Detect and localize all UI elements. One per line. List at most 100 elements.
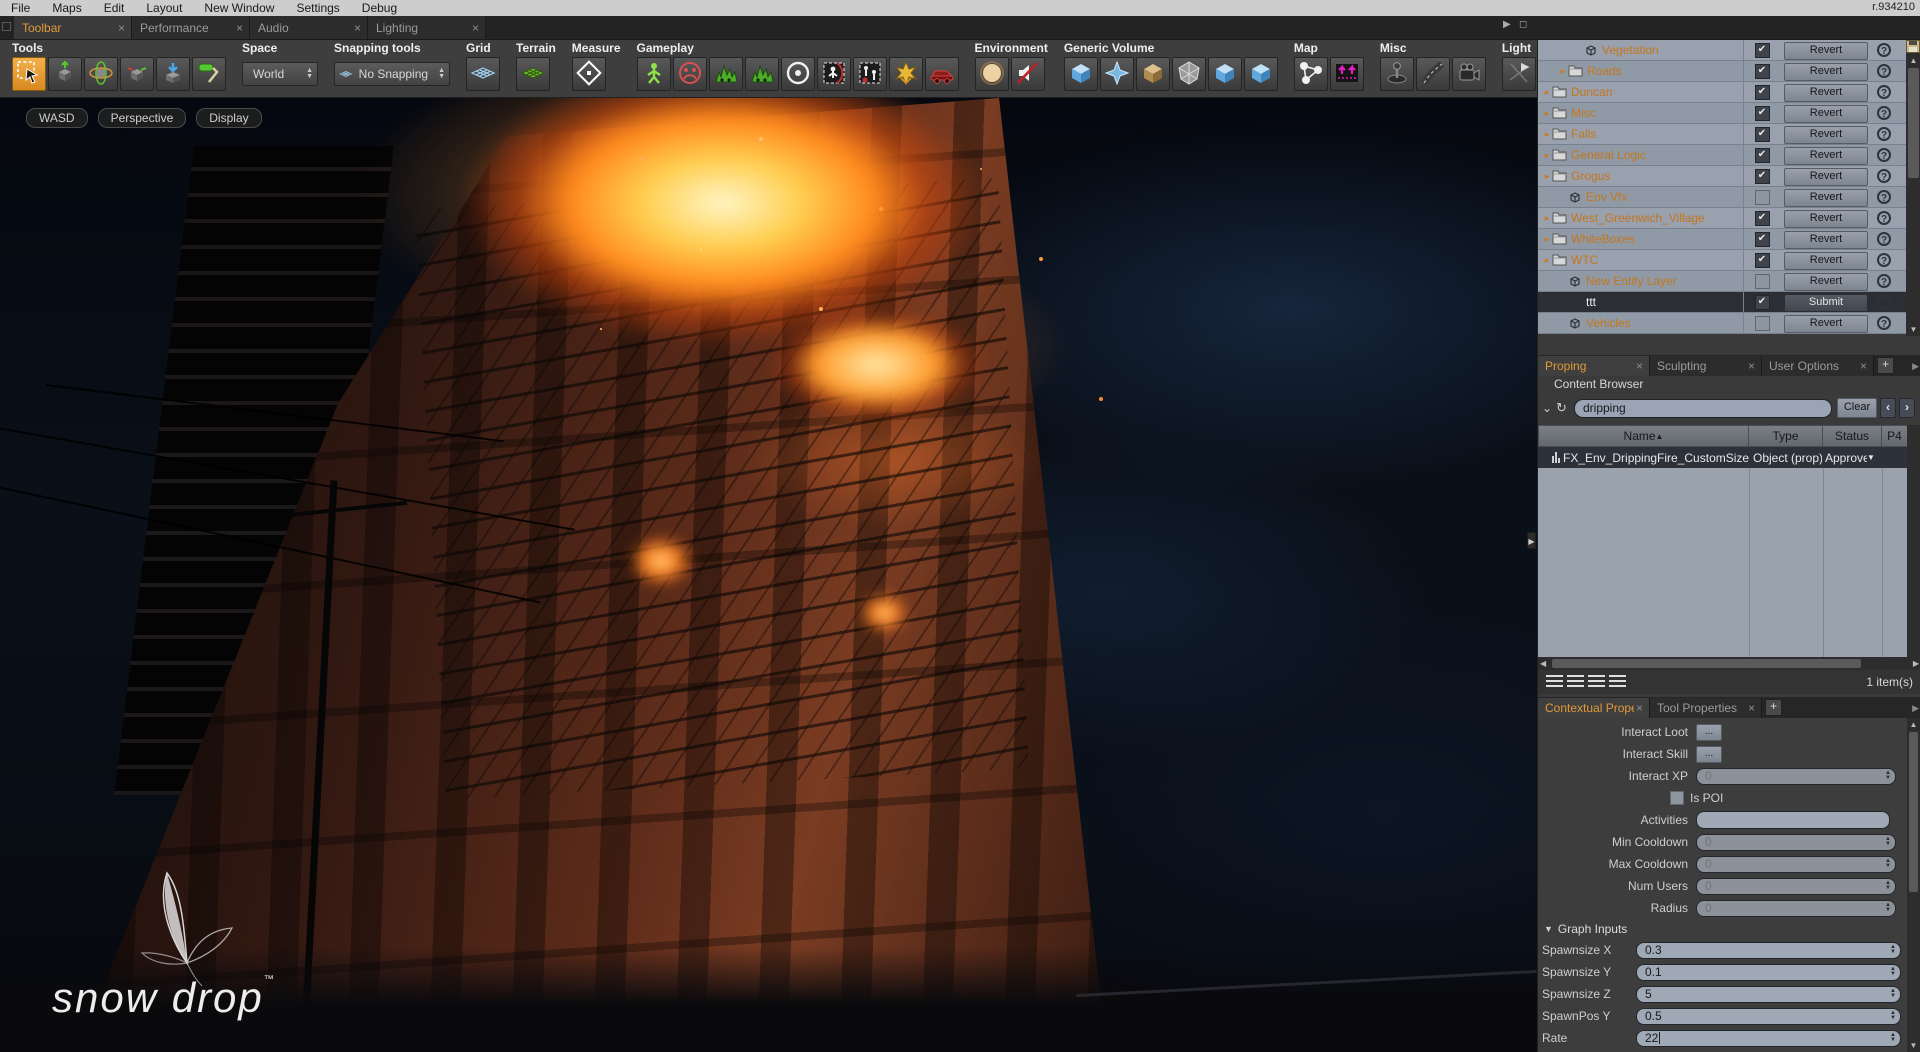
tree-expand-icon[interactable]: ▸ xyxy=(1542,87,1552,98)
activities-input[interactable] xyxy=(1696,811,1890,829)
help-icon[interactable]: ? xyxy=(1877,127,1891,141)
layer-row-general-logic[interactable]: ▸General Logic✔Revert? xyxy=(1538,145,1920,166)
column-header-name[interactable]: Name ▲ xyxy=(1538,425,1749,447)
column-header-status[interactable]: Status xyxy=(1823,425,1882,447)
close-icon[interactable]: × xyxy=(1746,701,1757,715)
layer-row-whiteboxes[interactable]: ▸WhiteBoxes✔Revert? xyxy=(1538,229,1920,250)
3d-viewport[interactable]: WASDPerspectiveDisplay snow drop™ xyxy=(0,98,1537,1052)
spinner-stepper-icon[interactable]: ▲▼ xyxy=(1886,1011,1896,1021)
close-icon[interactable]: × xyxy=(234,21,245,35)
layer-row-wtc[interactable]: ▸WTC✔Revert? xyxy=(1538,250,1920,271)
close-icon[interactable]: × xyxy=(470,21,481,35)
tab-dock-icon[interactable]: ◻ xyxy=(1519,19,1527,30)
grid-toggle-button[interactable] xyxy=(466,57,500,91)
tab-user-options[interactable]: User Options× xyxy=(1762,356,1874,376)
viewport-button-perspective[interactable]: Perspective xyxy=(98,108,187,128)
search-prev-button[interactable]: ‹ xyxy=(1880,398,1896,418)
help-icon[interactable]: ? xyxy=(1877,64,1891,78)
interact-loot-ellipsis-button[interactable]: ... xyxy=(1696,724,1722,741)
scale-tool-button[interactable] xyxy=(120,57,154,91)
tree-expand-icon[interactable]: ▸ xyxy=(1542,150,1552,161)
player-spawn-button[interactable] xyxy=(637,57,671,91)
close-icon[interactable]: × xyxy=(1634,701,1645,715)
light-orb-button[interactable] xyxy=(975,57,1009,91)
select-tool-button[interactable] xyxy=(12,57,46,91)
space-dropdown[interactable]: World▲▼ xyxy=(242,62,318,86)
revert-button[interactable]: Revert xyxy=(1784,105,1868,123)
layer-row-ttt[interactable]: ttt✔Submit? xyxy=(1538,292,1920,313)
volume-cube-3-button[interactable] xyxy=(1244,57,1278,91)
help-icon[interactable]: ? xyxy=(1877,211,1891,225)
close-icon[interactable]: × xyxy=(1858,359,1869,373)
measure-tool-button[interactable] xyxy=(572,57,606,91)
viewport-button-display[interactable]: Display xyxy=(196,108,261,128)
menu-debug[interactable]: Debug xyxy=(351,1,408,15)
rate-spinner[interactable]: 22▲▼ xyxy=(1636,1030,1901,1047)
light-blades-button[interactable] xyxy=(1502,57,1536,91)
revert-button[interactable]: Revert xyxy=(1784,231,1868,249)
toolbar-overflow-icon[interactable]: ▶ xyxy=(1521,60,1529,73)
revert-button[interactable]: Revert xyxy=(1784,147,1868,165)
tab-proping[interactable]: Proping× xyxy=(1538,356,1650,376)
layer-visible-checkbox[interactable]: ✔ xyxy=(1755,64,1770,79)
min-cooldown-spinner[interactable]: 0▲▼ xyxy=(1696,834,1896,851)
map-marker-button[interactable] xyxy=(1330,57,1364,91)
volume-cube-2-button[interactable] xyxy=(1208,57,1242,91)
move-tool-button[interactable] xyxy=(48,57,82,91)
sound-muted-button[interactable] xyxy=(1011,57,1045,91)
camera-button[interactable] xyxy=(1452,57,1486,91)
paint-tool-button[interactable] xyxy=(192,57,226,91)
layer-row-new-entity-layer[interactable]: New Entity LayerRevert? xyxy=(1538,271,1920,292)
menu-edit[interactable]: Edit xyxy=(93,1,136,15)
tab-overflow-icon[interactable]: ▶ xyxy=(1503,19,1511,30)
tree-expand-icon[interactable]: ▸ xyxy=(1542,234,1552,245)
interact-skill-ellipsis-button[interactable]: ... xyxy=(1696,746,1722,763)
properties-scrollbar[interactable]: ▲ ▼ xyxy=(1907,718,1920,1052)
spinner-stepper-icon[interactable]: ▲▼ xyxy=(1886,1033,1896,1043)
collapse-icon[interactable]: ⌄ xyxy=(1542,401,1556,415)
tree-expand-icon[interactable]: ▸ xyxy=(1542,108,1552,119)
layer-row-vegetation[interactable]: Vegetation✔Revert? xyxy=(1538,40,1920,61)
help-icon[interactable]: ? xyxy=(1877,169,1891,183)
tab-performance[interactable]: Performance× xyxy=(132,16,250,39)
close-icon[interactable]: × xyxy=(1634,359,1645,373)
search-next-button[interactable]: › xyxy=(1899,398,1915,418)
refresh-icon[interactable]: ↻ xyxy=(1556,400,1574,416)
section-graph-inputs[interactable]: ▼Graph Inputs xyxy=(1544,921,1920,937)
revert-button[interactable]: Revert xyxy=(1784,63,1868,81)
volume-mesh-button[interactable] xyxy=(1172,57,1206,91)
max-cooldown-spinner[interactable]: 0▲▼ xyxy=(1696,856,1896,873)
dropdown-stepper-icon[interactable]: ▲▼ xyxy=(302,68,313,80)
num-users-spinner[interactable]: 0▲▼ xyxy=(1696,878,1896,895)
revert-button[interactable]: Revert xyxy=(1784,126,1868,144)
tab-audio[interactable]: Audio× xyxy=(250,16,368,39)
spawnpos-y-spinner[interactable]: 0.5▲▼ xyxy=(1636,1008,1901,1025)
drop-to-ground-tool-button[interactable] xyxy=(156,57,190,91)
help-icon[interactable]: ? xyxy=(1877,43,1891,57)
layer-visible-checkbox[interactable] xyxy=(1755,274,1770,289)
clear-search-button[interactable]: Clear xyxy=(1837,398,1877,418)
layer-row-roads[interactable]: ▸Roads✔Revert? xyxy=(1538,61,1920,82)
layer-row-grogus[interactable]: ▸Grogus✔Revert? xyxy=(1538,166,1920,187)
save-icon[interactable] xyxy=(1906,40,1920,53)
section-collapse-icon[interactable]: ▼ xyxy=(1544,924,1553,934)
help-icon[interactable]: ? xyxy=(1877,106,1891,120)
revert-button[interactable]: Revert xyxy=(1784,189,1868,207)
column-header-type[interactable]: Type xyxy=(1749,425,1823,447)
add-tab-button[interactable]: + xyxy=(1765,699,1782,716)
layer-visible-checkbox[interactable]: ✔ xyxy=(1755,148,1770,163)
spinner-stepper-icon[interactable]: ▲▼ xyxy=(1881,903,1891,913)
panel-splitter-arrow[interactable]: ▶ xyxy=(1527,532,1536,549)
layers-scrollbar[interactable]: ▲ ▼ xyxy=(1906,40,1920,336)
tree-expand-icon[interactable]: ▸ xyxy=(1558,66,1568,77)
tree-expand-icon[interactable]: ▸ xyxy=(1542,255,1552,266)
view-details-icon[interactable] xyxy=(1567,675,1584,689)
is-poi-checkbox[interactable] xyxy=(1670,791,1684,805)
spawnsize-x-spinner[interactable]: 0.3▲▼ xyxy=(1636,942,1901,959)
tab-overflow-icon[interactable]: ▶ xyxy=(1912,703,1919,714)
help-icon[interactable]: ? xyxy=(1877,148,1891,162)
help-icon[interactable]: ? xyxy=(1877,85,1891,99)
layer-visible-checkbox[interactable]: ✔ xyxy=(1755,106,1770,121)
layer-visible-checkbox[interactable]: ✔ xyxy=(1755,295,1770,310)
tab-overflow-icon[interactable]: ▶ xyxy=(1912,361,1919,372)
